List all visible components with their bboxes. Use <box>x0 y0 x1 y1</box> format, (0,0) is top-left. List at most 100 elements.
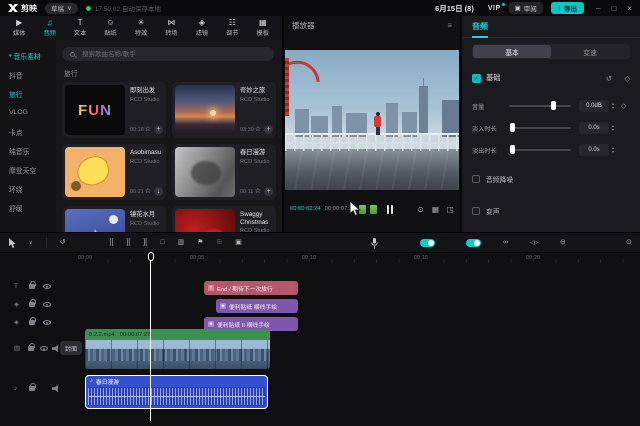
review-button[interactable]: ▣ 审阅 <box>509 2 543 14</box>
preview-axis-icon[interactable]: ◁▷ <box>530 233 538 253</box>
trim-left-icon[interactable]: ][ <box>126 238 130 248</box>
mute-speaker-icon[interactable] <box>52 385 60 392</box>
reset-icon[interactable]: ↺ <box>606 74 612 83</box>
fade-in-slider[interactable] <box>509 127 571 129</box>
basic-checkbox-checked[interactable]: ✓ <box>472 74 481 83</box>
link-clips-icon[interactable]: ∞ <box>503 233 508 253</box>
favorite-star-icon[interactable]: ☆ <box>145 125 151 134</box>
lock-icon[interactable] <box>29 386 35 391</box>
tab-templates[interactable]: ▦ 模板 <box>257 19 269 37</box>
smart-tool-icon[interactable]: ▣ <box>235 238 242 248</box>
crop-icon[interactable]: ⊞ <box>216 238 222 248</box>
maximize-button[interactable]: □ <box>611 4 616 13</box>
select-tool-icon[interactable] <box>8 238 16 248</box>
render-quality-icon[interactable]: ⊙ <box>626 233 632 253</box>
download-button[interactable]: ↓ <box>154 187 163 196</box>
visibility-eye-icon[interactable] <box>43 302 51 307</box>
add-to-track-button[interactable]: + <box>154 125 163 134</box>
music-search-bar[interactable] <box>62 47 274 61</box>
pause-button[interactable] <box>387 205 393 214</box>
music-card[interactable]: ♪ 镜花水月 RCD Studio <box>62 206 166 232</box>
volume-value[interactable]: 0.0dB <box>579 100 609 112</box>
marker-flag-icon[interactable]: ⚑ <box>197 238 203 248</box>
player-menu-icon[interactable]: ≡ <box>447 21 452 30</box>
music-card[interactable]: 奇妙之旅 RCD Studio 03:30 ☆ + <box>172 82 276 138</box>
keyframe-icon[interactable]: ◇ <box>624 74 630 83</box>
sidebar-item-beat[interactable]: 卡点 <box>0 122 56 141</box>
sidebar-item-soothing[interactable]: 舒缓 <box>0 198 56 217</box>
music-card[interactable]: Asobimasu RCD Studio 00:21 ☆ ↓ <box>62 144 166 200</box>
collapse-tracks-icon[interactable]: ⊖ <box>560 233 566 253</box>
music-card[interactable]: 春日漫游 RCD Studio 00:11 ☆ + <box>172 144 276 200</box>
delete-icon[interactable]: □ <box>160 238 164 248</box>
favorite-star-icon[interactable]: ☆ <box>145 187 151 196</box>
select-tool-chevron-icon[interactable]: ∨ <box>29 238 33 248</box>
add-to-track-button[interactable]: + <box>264 187 273 196</box>
step-down-icon[interactable]: ▾ <box>612 150 614 154</box>
tab-filters[interactable]: ◈ 滤镜 <box>196 19 208 37</box>
main-track-magnet-toggle[interactable] <box>420 239 435 247</box>
timeline-ruler[interactable]: 00:00 00:05 00:10 00:15 00:20 <box>0 253 640 265</box>
keyframe-icon[interactable]: ◇ <box>621 102 626 110</box>
trim-right-icon[interactable]: ][ <box>143 238 147 248</box>
lock-icon[interactable] <box>29 302 35 307</box>
add-to-track-button[interactable]: + <box>264 125 273 134</box>
visibility-eye-icon[interactable] <box>40 346 48 351</box>
lock-icon[interactable] <box>28 346 34 351</box>
visibility-eye-icon[interactable] <box>43 320 51 325</box>
export-button[interactable]: ↑ 导出 <box>551 2 584 14</box>
favorite-star-icon[interactable]: ☆ <box>255 125 261 134</box>
sidebar-item-vlog[interactable]: VLOG <box>0 103 56 122</box>
favorite-star-icon[interactable]: ☆ <box>255 187 261 196</box>
close-button[interactable]: × <box>627 4 632 13</box>
tab-speed[interactable]: 变速 <box>551 45 629 58</box>
lock-icon[interactable] <box>29 320 35 325</box>
record-voiceover-mic-icon[interactable] <box>371 238 378 249</box>
sidebar-item-instrumental[interactable]: 纯音乐 <box>0 141 56 160</box>
fullscreen-icon[interactable]: ◳ <box>447 205 454 214</box>
snapshot-icon[interactable]: ⊙ <box>418 205 424 214</box>
visibility-eye-icon[interactable] <box>43 284 51 289</box>
slider-thumb[interactable] <box>551 101 556 110</box>
tab-adjust[interactable]: ☷ 调节 <box>226 19 238 37</box>
minimize-button[interactable]: – <box>596 4 600 13</box>
vip-badge[interactable]: VIP <box>488 5 501 12</box>
tab-sticker[interactable]: ☺ 贴纸 <box>104 19 116 37</box>
playhead-handle[interactable] <box>148 252 154 261</box>
music-card[interactable]: Swaggy Christmas RCD Studio <box>172 206 276 232</box>
denoise-checkbox[interactable] <box>472 175 480 183</box>
text-clip[interactable]: T End / 期待下一次旅行 <box>204 281 298 295</box>
audio-clip-selected[interactable]: ♪ 春日漫游 <box>85 375 268 409</box>
voice-change-checkbox[interactable] <box>472 207 480 215</box>
tab-effects[interactable]: ✳ 特效 <box>135 19 147 37</box>
sidebar-item-surround[interactable]: 环绕 <box>0 179 56 198</box>
fade-in-value[interactable]: 0.0s <box>579 122 609 134</box>
tab-transitions[interactable]: ⋈ 转场 <box>165 19 177 37</box>
split-icon[interactable]: ][ <box>110 238 114 248</box>
step-down-icon[interactable]: ▾ <box>612 106 614 110</box>
sidebar-item-music-assets[interactable]: ▾ 音乐素材 <box>0 46 56 65</box>
tab-text[interactable]: T 文本 <box>74 19 86 37</box>
video-clip[interactable]: 8.2.2.mp4 00:00:07:27 <box>85 329 270 369</box>
draft-menu-button[interactable]: 草稿 ∨ <box>45 3 78 14</box>
volume-slider[interactable] <box>509 105 571 107</box>
slider-thumb[interactable] <box>510 145 515 154</box>
music-card[interactable]: FUN 即刻出发 RCD Studio 00:18 ☆ + <box>62 82 166 138</box>
video-preview[interactable] <box>285 50 459 190</box>
sticker-clip[interactable]: ◈ 便利贴纸 横线手绘 <box>216 299 298 313</box>
auto-snap-toggle[interactable] <box>466 239 481 247</box>
freeze-frame-icon[interactable]: ▥ <box>177 238 184 248</box>
tab-basic[interactable]: 基本 <box>473 45 551 58</box>
tab-audio[interactable]: ♫ 音频 <box>43 19 55 37</box>
lock-icon[interactable] <box>29 284 35 289</box>
sidebar-item-douyin[interactable]: 抖音 <box>0 65 56 84</box>
playhead-line[interactable] <box>150 252 151 421</box>
tab-media[interactable]: ▶ 媒体 <box>13 19 25 37</box>
sidebar-item-travel[interactable]: 旅行 <box>0 84 56 103</box>
search-input[interactable] <box>80 50 250 59</box>
mute-speaker-icon[interactable] <box>52 345 60 352</box>
fade-out-slider[interactable] <box>509 149 571 151</box>
ratio-icon[interactable]: ▦ <box>432 205 439 214</box>
slider-thumb[interactable] <box>510 123 515 132</box>
undo-icon[interactable]: ↺ <box>60 238 66 248</box>
